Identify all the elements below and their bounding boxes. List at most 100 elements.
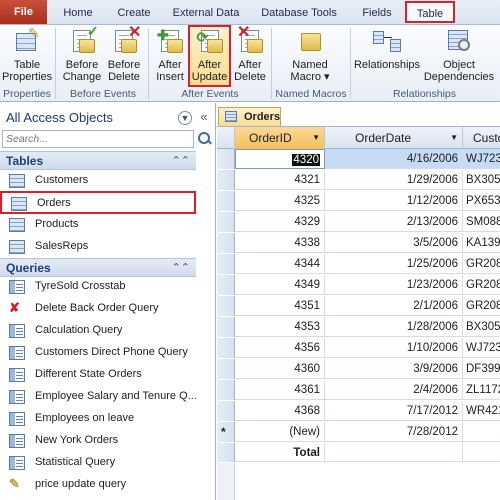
nav-item-query[interactable]: New York Orders bbox=[0, 430, 196, 452]
orderid-cell[interactable]: 4325 bbox=[235, 191, 325, 211]
search-input[interactable] bbox=[2, 130, 194, 148]
nav-item-query[interactable]: Employee Salary and Tenure Q... bbox=[0, 386, 197, 408]
row-selector[interactable] bbox=[217, 212, 235, 232]
table-row[interactable]: 4360 3/9/2006 DF399 bbox=[217, 359, 500, 379]
customer-cell[interactable]: GR208 bbox=[463, 296, 500, 316]
before-change-button[interactable]: ✓ Before Change bbox=[60, 24, 104, 87]
nav-item-query[interactable]: Different State Orders bbox=[0, 364, 196, 386]
dropdown-arrow-icon[interactable]: ▼ bbox=[450, 127, 458, 149]
row-selector[interactable] bbox=[217, 191, 235, 211]
orderid-cell[interactable]: 4351 bbox=[235, 296, 325, 316]
table-row[interactable]: 4344 1/25/2006 GR208 bbox=[217, 254, 500, 274]
row-selector[interactable]: * bbox=[217, 422, 235, 442]
orderdate-cell[interactable]: 3/5/2006 bbox=[325, 233, 463, 253]
nav-item-table[interactable]: Products bbox=[0, 214, 196, 236]
nav-item-query[interactable]: Statistical Query bbox=[0, 452, 196, 474]
orderid-cell[interactable]: 4353 bbox=[235, 317, 325, 337]
table-row[interactable]: 43687/17/2012WR421 bbox=[217, 401, 500, 421]
customer-cell[interactable]: WR421 bbox=[463, 401, 500, 421]
table-properties-button[interactable]: ✎ Table Properties bbox=[2, 26, 52, 87]
tab-external-data[interactable]: External Data bbox=[168, 2, 244, 24]
orderdate-cell[interactable]: 7/17/2012 bbox=[325, 401, 463, 421]
customer-cell[interactable]: GR208 bbox=[463, 254, 500, 274]
after-delete-button[interactable]: ✕ After Delete bbox=[232, 25, 268, 87]
tables-section-header[interactable]: Tables ⌃⌃ bbox=[0, 151, 196, 170]
nav-item-table[interactable]: Orders bbox=[0, 191, 196, 214]
customer-cell[interactable]: BX305 bbox=[463, 170, 500, 190]
total-row[interactable]: Total bbox=[217, 443, 500, 463]
table-row[interactable]: 4329 2/13/2006 SM088 bbox=[217, 212, 500, 232]
row-selector[interactable] bbox=[217, 296, 235, 316]
nav-item-table[interactable]: Customers bbox=[0, 170, 196, 192]
row-selector[interactable] bbox=[217, 359, 235, 379]
row-selector[interactable] bbox=[217, 317, 235, 337]
table-row[interactable]: 4351 2/1/2006 GR208 bbox=[217, 296, 500, 316]
row-selector[interactable] bbox=[217, 401, 235, 421]
table-row[interactable]: 4320 4/16/2006 WJ723 bbox=[217, 149, 500, 169]
select-all-corner[interactable] bbox=[217, 127, 235, 149]
table-row[interactable]: 43612/4/2006ZL1172 bbox=[217, 380, 500, 400]
table-row[interactable]: 4338 3/5/2006 KA139 bbox=[217, 233, 500, 253]
queries-section-header[interactable]: Queries ⌃⌃ bbox=[0, 258, 196, 277]
orderdate-cell[interactable]: 2/13/2006 bbox=[325, 212, 463, 232]
nav-item-query[interactable]: TyreSold Crosstab bbox=[0, 276, 196, 298]
orderid-cell[interactable]: 4329 bbox=[235, 212, 325, 232]
dropdown-arrow-icon[interactable]: ▼ bbox=[312, 127, 320, 149]
customer-cell[interactable]: PX653 bbox=[463, 191, 500, 211]
column-header-orderid[interactable]: OrderID ▼ bbox=[235, 127, 325, 149]
orderdate-cell[interactable]: 1/12/2006 bbox=[325, 191, 463, 211]
tab-create[interactable]: Create bbox=[108, 2, 160, 24]
orderid-cell[interactable]: 4338 bbox=[235, 233, 325, 253]
search-icon[interactable] bbox=[197, 131, 212, 147]
customer-cell[interactable]: ZL1172 bbox=[463, 380, 500, 400]
nav-item-query[interactable]: ✎ price update query bbox=[0, 474, 196, 496]
customer-cell[interactable]: GR208 bbox=[463, 275, 500, 295]
orderdate-cell[interactable]: 4/16/2006 bbox=[325, 149, 463, 169]
orderdate-cell[interactable]: 7/28/2012 bbox=[325, 422, 463, 442]
row-selector[interactable] bbox=[217, 380, 235, 400]
tab-database-tools[interactable]: Database Tools bbox=[254, 2, 344, 24]
row-selector[interactable] bbox=[217, 233, 235, 253]
nav-item-query[interactable]: ✘ Delete Back Order Query bbox=[0, 298, 196, 320]
orderdate-cell[interactable]: 1/25/2006 bbox=[325, 254, 463, 274]
orderid-cell[interactable]: 4344 bbox=[235, 254, 325, 274]
table-row[interactable]: 4356 1/10/2006 WJ723 bbox=[217, 338, 500, 358]
orderdate-cell[interactable]: 2/1/2006 bbox=[325, 296, 463, 316]
orderdate-cell[interactable]: 1/23/2006 bbox=[325, 275, 463, 295]
table-row[interactable]: 4325 1/12/2006 PX653 bbox=[217, 191, 500, 211]
orderdate-cell[interactable]: 1/29/2006 bbox=[325, 170, 463, 190]
table-row[interactable]: 4353 1/28/2006 BX305 bbox=[217, 317, 500, 337]
column-header-orderdate[interactable]: OrderDate ▼ bbox=[325, 127, 463, 149]
orderid-cell[interactable]: 4356 bbox=[235, 338, 325, 358]
chevron-down-icon[interactable]: ▼ bbox=[178, 111, 192, 125]
customer-cell[interactable]: SM088 bbox=[463, 212, 500, 232]
orderdate-cell[interactable]: 1/28/2006 bbox=[325, 317, 463, 337]
orderid-cell[interactable]: 4361 bbox=[235, 380, 325, 400]
table-row[interactable]: 4321 1/29/2006 BX305 bbox=[217, 170, 500, 190]
row-selector[interactable] bbox=[217, 338, 235, 358]
orderid-cell[interactable]: (New) bbox=[235, 422, 325, 442]
orderdate-cell[interactable]: 3/9/2006 bbox=[325, 359, 463, 379]
customer-cell[interactable]: WJ723 bbox=[463, 338, 500, 358]
object-dependencies-button[interactable]: Object Dependencies bbox=[423, 27, 495, 87]
total-cell[interactable] bbox=[325, 443, 463, 463]
nav-item-query[interactable]: Employees on leave bbox=[0, 408, 196, 430]
orderdate-cell[interactable]: 1/10/2006 bbox=[325, 338, 463, 358]
tab-home[interactable]: Home bbox=[57, 2, 99, 24]
nav-header[interactable]: All Access Objects ▼ « bbox=[0, 106, 216, 128]
column-header-customer[interactable]: Custo bbox=[463, 127, 500, 149]
customer-cell[interactable]: BX305 bbox=[463, 317, 500, 337]
nav-item-query[interactable]: Calculation Query bbox=[0, 320, 196, 342]
table-row[interactable]: 4349 1/23/2006 GR208 bbox=[217, 275, 500, 295]
customer-cell[interactable] bbox=[463, 422, 500, 442]
row-selector[interactable] bbox=[217, 254, 235, 274]
row-selector[interactable] bbox=[217, 170, 235, 190]
row-selector[interactable] bbox=[217, 275, 235, 295]
nav-item-table[interactable]: SalesReps bbox=[0, 236, 196, 258]
document-tab-orders[interactable]: Orders bbox=[218, 107, 281, 126]
before-delete-button[interactable]: ✕ Before Delete bbox=[104, 25, 144, 87]
orderdate-cell[interactable]: 2/4/2006 bbox=[325, 380, 463, 400]
customer-cell[interactable]: DF399 bbox=[463, 359, 500, 379]
tab-fields[interactable]: Fields bbox=[356, 2, 398, 24]
customer-cell[interactable]: KA139 bbox=[463, 233, 500, 253]
